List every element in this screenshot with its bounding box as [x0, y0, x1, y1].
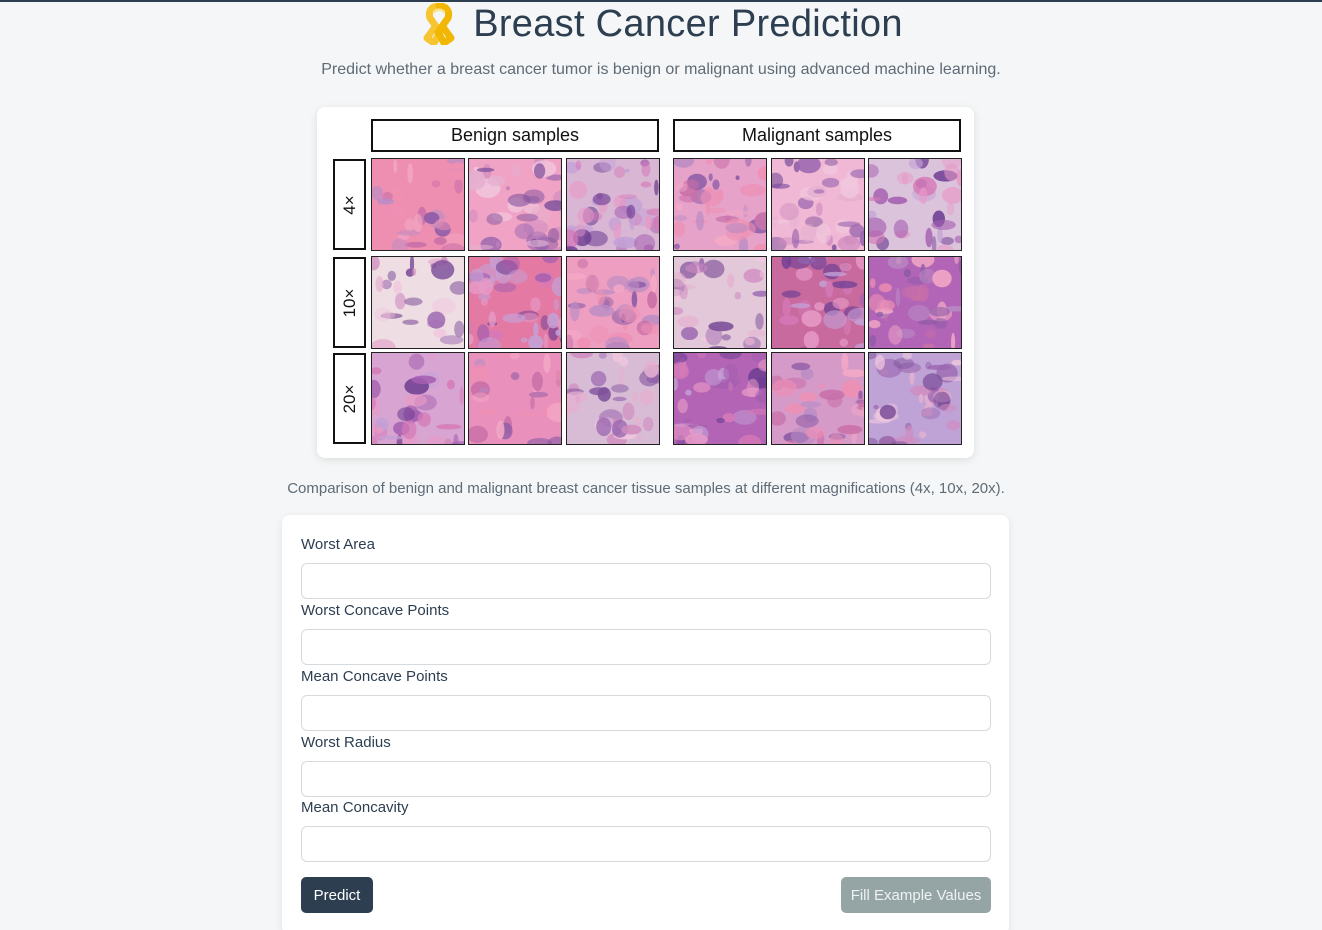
- row-label-10x: 10×: [333, 257, 366, 348]
- page-subtitle: Predict whether a breast cancer tumor is…: [321, 61, 1001, 78]
- tissue-sample-image: [371, 158, 465, 251]
- mean-concavity-input[interactable]: [301, 826, 991, 862]
- predict-button[interactable]: Predict: [301, 877, 373, 913]
- worst-area-label: Worst Area: [301, 536, 375, 553]
- figure-caption: Comparison of benign and malignant breas…: [287, 480, 1005, 497]
- tissue-sample-image: [868, 158, 962, 251]
- title-row: Breast Cancer Prediction: [0, 2, 1322, 46]
- tissue-comparison-figure: Benign samples Malignant samples 4× 10× …: [317, 107, 974, 458]
- worst-concave-points-label: Worst Concave Points: [301, 602, 450, 619]
- row-label-4x: 4×: [333, 159, 366, 250]
- awareness-ribbon-icon: [423, 3, 455, 45]
- tissue-sample-image: [468, 158, 562, 251]
- tissue-sample-image: [868, 352, 962, 445]
- tissue-sample-image: [771, 352, 865, 445]
- malignant-samples-header: Malignant samples: [673, 119, 961, 152]
- row-label-20x: 20×: [333, 353, 366, 444]
- tissue-sample-image: [771, 158, 865, 251]
- tissue-sample-image: [468, 256, 562, 349]
- tissue-sample-image: [673, 352, 767, 445]
- tissue-sample-image: [566, 256, 660, 349]
- mean-concave-points-input[interactable]: [301, 695, 991, 731]
- tissue-sample-image: [468, 352, 562, 445]
- page-title: Breast Cancer Prediction: [473, 2, 903, 45]
- benign-samples-header: Benign samples: [371, 119, 659, 152]
- tissue-sample-image: [673, 158, 767, 251]
- worst-concave-points-input[interactable]: [301, 629, 991, 665]
- tissue-sample-image: [566, 352, 660, 445]
- page-header: Breast Cancer Prediction Predict whether…: [0, 2, 1322, 79]
- mean-concavity-label: Mean Concavity: [301, 799, 409, 816]
- tissue-sample-image: [566, 158, 660, 251]
- tissue-sample-image: [371, 352, 465, 445]
- fill-example-values-button[interactable]: Fill Example Values: [841, 877, 991, 913]
- mean-concave-points-label: Mean Concave Points: [301, 668, 448, 685]
- tissue-sample-image: [673, 256, 767, 349]
- worst-area-input[interactable]: [301, 563, 991, 599]
- tissue-sample-image: [868, 256, 962, 349]
- worst-radius-label: Worst Radius: [301, 734, 391, 751]
- tissue-sample-image: [771, 256, 865, 349]
- worst-radius-input[interactable]: [301, 761, 991, 797]
- tissue-sample-image: [371, 256, 465, 349]
- prediction-form: Worst Area Worst Concave Points Mean Con…: [282, 515, 1009, 930]
